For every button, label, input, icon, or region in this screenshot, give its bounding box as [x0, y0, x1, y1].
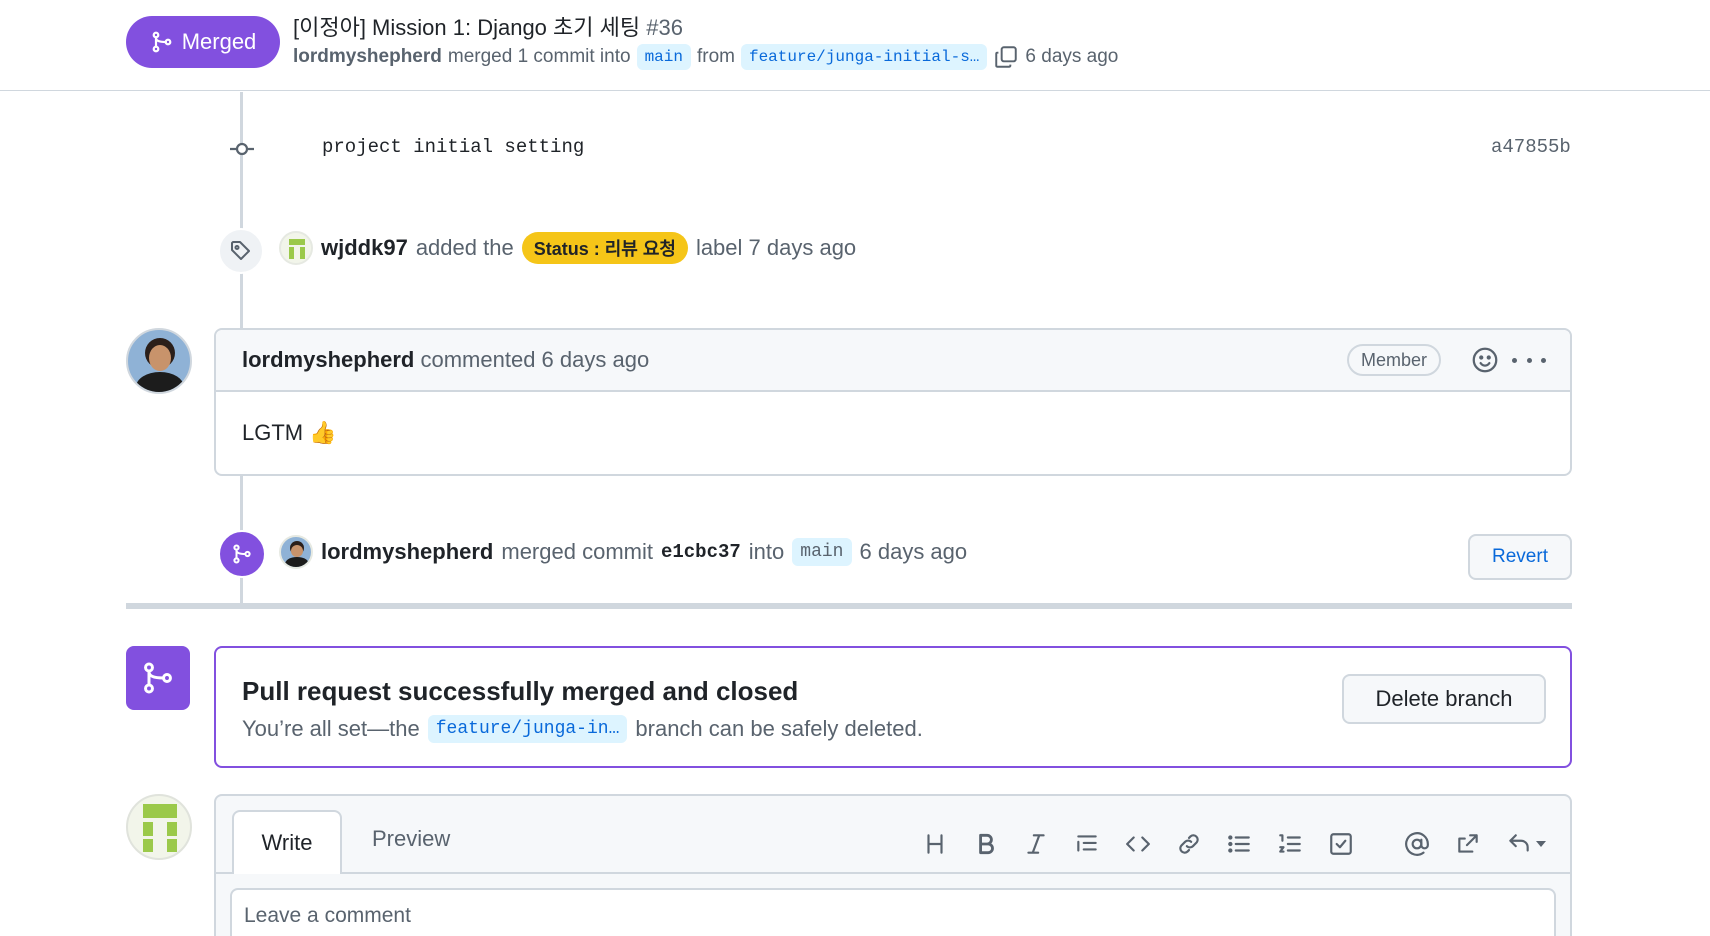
quote-icon[interactable]	[1073, 830, 1101, 858]
git-merge-icon	[126, 646, 190, 710]
pr-time: 6 days ago	[1025, 46, 1119, 67]
base-branch[interactable]: main	[636, 44, 691, 70]
tag-icon	[218, 228, 264, 274]
merged-status-badge: Merged	[126, 16, 280, 68]
merge-subtitle: You’re all set—the feature/junga-in… bra…	[242, 715, 923, 743]
comment-input[interactable]	[230, 888, 1556, 936]
comment-body: LGTM 👍	[242, 420, 337, 445]
italic-icon[interactable]	[1022, 830, 1050, 858]
merge-summary: merged 1 commit into	[447, 46, 631, 67]
merged-branch[interactable]: feature/junga-in…	[427, 715, 628, 743]
more-options-icon[interactable]	[1512, 345, 1546, 375]
tab-write[interactable]: Write	[232, 810, 342, 874]
delete-branch-button[interactable]: Delete branch	[1342, 674, 1546, 724]
link-icon[interactable]	[1175, 830, 1203, 858]
code-icon[interactable]	[1124, 830, 1152, 858]
comment-card: lordmyshepherd commented 6 days ago Memb…	[214, 328, 1572, 476]
merge-status-box: Pull request successfully merged and clo…	[214, 646, 1572, 768]
status-label-badge[interactable]: Status : 리뷰 요청	[521, 232, 688, 264]
avatar[interactable]	[126, 328, 192, 394]
cross-reference-icon[interactable]	[1454, 830, 1482, 858]
merge-title: Pull request successfully merged and clo…	[242, 676, 799, 706]
merge-commit-sha[interactable]: e1cbc37	[661, 541, 741, 563]
saved-replies-icon[interactable]	[1506, 830, 1556, 858]
chevron-down-icon	[1536, 841, 1546, 847]
mention-icon[interactable]	[1403, 830, 1431, 858]
pr-author-link[interactable]: lordmyshepherd	[293, 46, 442, 68]
git-merge-icon	[218, 530, 266, 578]
status-label: Merged	[181, 29, 257, 54]
label-event: wjddk97 added the Status : 리뷰 요청 label 7…	[279, 231, 856, 265]
editor-divider	[216, 872, 1570, 874]
merge-event: lordmyshepherd merged commit e1cbc37 int…	[279, 535, 967, 569]
revert-button[interactable]: Revert	[1468, 534, 1572, 580]
git-commit-icon	[229, 136, 255, 162]
bold-icon[interactable]	[972, 830, 1000, 858]
pr-title-text: [이정아] Mission 1: Django 초기 세팅	[293, 15, 641, 40]
avatar[interactable]	[126, 794, 192, 860]
merge-event-branch[interactable]: main	[792, 538, 852, 566]
member-badge: Member	[1347, 344, 1442, 376]
emoji-reaction-icon[interactable]	[1470, 345, 1500, 375]
merge-sub-after: branch can be safely deleted.	[635, 716, 923, 741]
commit-sha[interactable]: a47855b	[1491, 136, 1571, 158]
git-merge-icon	[152, 31, 172, 53]
label-event-text: added the	[415, 235, 514, 260]
pr-meta: lordmyshepherd merged 1 commit into main…	[293, 44, 1118, 70]
comment-header: lordmyshepherd commented 6 days ago Memb…	[216, 330, 1570, 392]
merge-sub-before: You’re all set—the	[242, 716, 420, 741]
merge-event-text: merged commit	[501, 539, 653, 564]
pr-header: Merged [이정아] Mission 1: Django 초기 세팅 #36…	[0, 0, 1710, 91]
label-event-tail: label 7 days ago	[695, 235, 857, 260]
timeline-end-divider	[126, 603, 1572, 609]
comment-action[interactable]: commented 6 days ago	[421, 347, 650, 372]
copy-icon[interactable]	[993, 44, 1019, 70]
timeline-line	[240, 92, 243, 328]
label-event-user[interactable]: wjddk97	[321, 235, 408, 261]
commit-message[interactable]: project initial setting	[322, 136, 584, 158]
heading-icon[interactable]	[921, 830, 949, 858]
ordered-list-icon[interactable]	[1276, 830, 1304, 858]
tab-preview[interactable]: Preview	[372, 826, 450, 852]
avatar[interactable]	[279, 535, 313, 569]
head-branch[interactable]: feature/junga-initial-s…	[740, 44, 988, 70]
avatar[interactable]	[279, 231, 313, 265]
pr-title: [이정아] Mission 1: Django 초기 세팅 #36	[293, 10, 683, 42]
unordered-list-icon[interactable]	[1225, 830, 1253, 858]
comment-editor: Write Preview	[214, 794, 1572, 936]
task-list-icon[interactable]	[1327, 830, 1355, 858]
pr-number: #36	[646, 15, 683, 40]
merge-event-time[interactable]: 6 days ago	[860, 539, 968, 565]
merge-event-user[interactable]: lordmyshepherd	[321, 539, 493, 565]
comment-author[interactable]: lordmyshepherd	[242, 347, 414, 372]
from-text: from	[696, 46, 735, 67]
merge-event-into: into	[748, 539, 785, 564]
comment-author-line: lordmyshepherd commented 6 days ago	[242, 347, 649, 373]
